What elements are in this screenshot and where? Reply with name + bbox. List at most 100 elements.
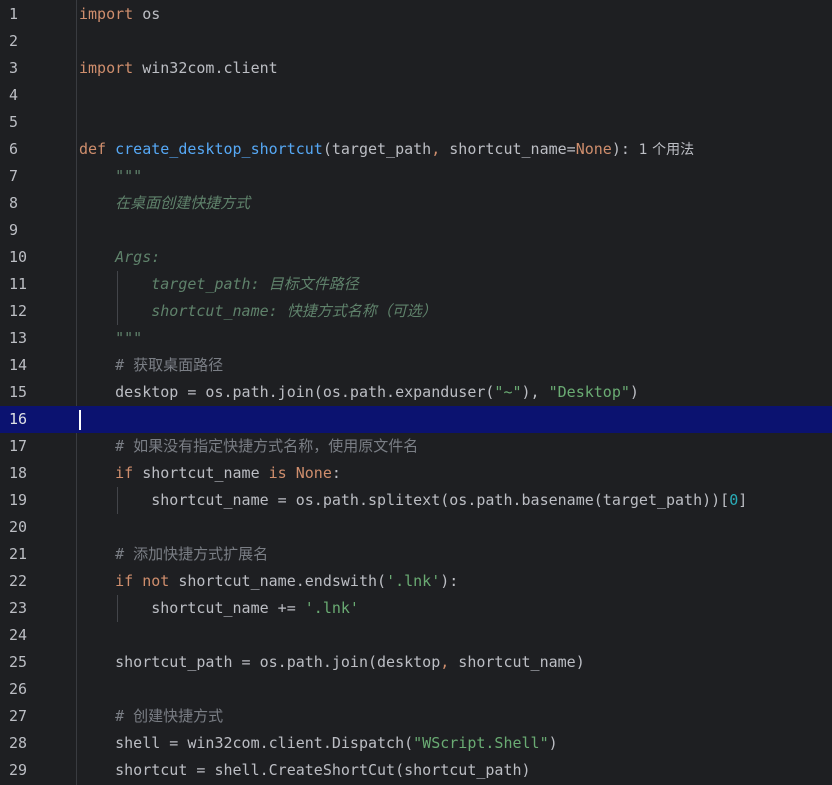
code-text[interactable]: Args: bbox=[79, 244, 160, 271]
code-text[interactable]: # 如果没有指定快捷方式名称，使用原文件名 bbox=[79, 433, 418, 460]
code-line[interactable]: 6 def create_desktop_shortcut(target_path… bbox=[0, 136, 832, 163]
code-text[interactable]: # 添加快捷方式扩展名 bbox=[79, 541, 268, 568]
line-number: 8 bbox=[9, 194, 19, 212]
code-token: shortcut_name) bbox=[449, 653, 585, 671]
code-text[interactable]: shortcut_name: 快捷方式名称（可选） bbox=[79, 298, 437, 325]
code-line[interactable]: 17 # 如果没有指定快捷方式名称，使用原文件名 bbox=[0, 433, 832, 460]
code-line[interactable]: 12 shortcut_name: 快捷方式名称（可选） bbox=[0, 298, 832, 325]
line-number: 7 bbox=[9, 167, 19, 185]
code-line[interactable]: 2 bbox=[0, 28, 832, 55]
code-line[interactable]: 29 shortcut = shell.CreateShortCut(short… bbox=[0, 757, 832, 784]
code-token: import bbox=[79, 59, 134, 77]
code-token: os bbox=[133, 5, 161, 23]
code-line[interactable]: 13 """ bbox=[0, 325, 832, 352]
line-number: 5 bbox=[9, 113, 19, 131]
code-text[interactable]: target_path: 目标文件路径 bbox=[79, 271, 358, 298]
code-text[interactable]: # 创建快捷方式 bbox=[79, 703, 223, 730]
code-token: ): bbox=[440, 572, 459, 590]
code-token: ) bbox=[629, 383, 639, 401]
code-text[interactable]: def create_desktop_shortcut(target_path,… bbox=[79, 136, 694, 164]
code-token: '.lnk' bbox=[304, 599, 359, 617]
code-line[interactable]: 28 shell = win32com.client.Dispatch("WSc… bbox=[0, 730, 832, 757]
code-line[interactable]: 11 target_path: 目标文件路径 bbox=[0, 271, 832, 298]
code-line[interactable]: 16 bbox=[0, 406, 832, 433]
usage-hint[interactable]: 1 个用法 bbox=[630, 142, 694, 158]
code-text[interactable]: import win32com.client bbox=[79, 55, 278, 82]
code-token: ), bbox=[521, 383, 549, 401]
code-token: desktop = os.path.join(os.path.expanduse… bbox=[79, 383, 495, 401]
code-token: shell = win32com.client.Dispatch( bbox=[79, 734, 414, 752]
code-line[interactable]: 5 bbox=[0, 109, 832, 136]
code-token: ] bbox=[738, 491, 748, 509]
line-number: 27 bbox=[9, 707, 28, 725]
code-line[interactable]: 14 # 获取桌面路径 bbox=[0, 352, 832, 379]
code-line[interactable]: 21 # 添加快捷方式扩展名 bbox=[0, 541, 832, 568]
code-token: ) bbox=[548, 734, 558, 752]
indent-guide bbox=[117, 271, 119, 298]
code-editor[interactable]: 1 import os 2 3 import win32com.client 4 5 6 def… bbox=[0, 0, 832, 785]
code-line[interactable]: 22 if not shortcut_name.endswith('.lnk')… bbox=[0, 568, 832, 595]
code-token: "~" bbox=[494, 383, 522, 401]
code-line[interactable]: 26 bbox=[0, 676, 832, 703]
code-line[interactable]: 9 bbox=[0, 217, 832, 244]
line-number: 6 bbox=[9, 140, 19, 158]
code-token: """ bbox=[115, 329, 143, 347]
code-line[interactable]: 3 import win32com.client bbox=[0, 55, 832, 82]
code-text[interactable]: shortcut_path = os.path.join(desktop, sh… bbox=[79, 649, 585, 676]
code-text[interactable]: # 获取桌面路径 bbox=[79, 352, 223, 379]
code-line[interactable]: 27 # 创建快捷方式 bbox=[0, 703, 832, 730]
code-line[interactable]: 25 shortcut_path = os.path.join(desktop,… bbox=[0, 649, 832, 676]
code-line[interactable]: 24 bbox=[0, 622, 832, 649]
code-text[interactable]: shortcut_name = os.path.splitext(os.path… bbox=[79, 487, 747, 514]
code-line[interactable]: 20 bbox=[0, 514, 832, 541]
code-token: # 创建快捷方式 bbox=[115, 707, 224, 725]
code-text[interactable]: desktop = os.path.join(os.path.expanduse… bbox=[79, 379, 639, 406]
code-text[interactable]: if not shortcut_name.endswith('.lnk'): bbox=[79, 568, 458, 595]
line-number: 10 bbox=[9, 248, 28, 266]
code-line[interactable]: 1 import os bbox=[0, 1, 832, 28]
line-number: 16 bbox=[9, 410, 28, 428]
code-token: win32com.client bbox=[133, 59, 278, 77]
line-number: 28 bbox=[9, 734, 28, 752]
code-line[interactable]: 19 shortcut_name = os.path.splitext(os.p… bbox=[0, 487, 832, 514]
code-text[interactable]: shell = win32com.client.Dispatch("WScrip… bbox=[79, 730, 558, 757]
text-caret bbox=[79, 410, 81, 430]
code-line[interactable]: 18 if shortcut_name is None: bbox=[0, 460, 832, 487]
code-token: """ bbox=[115, 167, 143, 185]
code-line[interactable]: 7 """ bbox=[0, 163, 832, 190]
indent-guide bbox=[117, 487, 119, 514]
code-token: if bbox=[115, 464, 134, 482]
code-text[interactable]: shortcut = shell.CreateShortCut(shortcut… bbox=[79, 757, 531, 784]
code-token: None bbox=[575, 140, 612, 158]
code-line[interactable]: 10 Args: bbox=[0, 244, 832, 271]
code-line[interactable]: 4 bbox=[0, 82, 832, 109]
code-token: shortcut_name bbox=[133, 464, 269, 482]
code-text[interactable]: """ bbox=[79, 325, 142, 352]
code-line[interactable]: 23 shortcut_name += '.lnk' bbox=[0, 595, 832, 622]
line-number: 25 bbox=[9, 653, 28, 671]
code-text[interactable]: 在桌面创建快捷方式 bbox=[79, 190, 250, 217]
code-token: # 如果没有指定快捷方式名称，使用原文件名 bbox=[115, 437, 419, 455]
code-text[interactable]: if shortcut_name is None: bbox=[79, 460, 341, 487]
code-token: , bbox=[440, 653, 450, 671]
line-number: 17 bbox=[9, 437, 28, 455]
code-token: shortcut = shell.CreateShortCut(shortcut… bbox=[79, 761, 531, 779]
line-number: 3 bbox=[9, 59, 19, 77]
line-number: 11 bbox=[9, 275, 28, 293]
code-token: shortcut_name: 快捷方式名称（可选） bbox=[151, 302, 437, 320]
code-token: import bbox=[79, 5, 134, 23]
code-text[interactable]: shortcut_name += '.lnk' bbox=[79, 595, 359, 622]
code-token: (target_path bbox=[322, 140, 432, 158]
line-number: 15 bbox=[9, 383, 28, 401]
code-token: 0 bbox=[729, 491, 739, 509]
code-line[interactable]: 8 在桌面创建快捷方式 bbox=[0, 190, 832, 217]
code-text[interactable]: """ bbox=[79, 163, 142, 190]
code-text[interactable]: import os bbox=[79, 1, 160, 28]
code-line[interactable]: 15 desktop = os.path.join(os.path.expand… bbox=[0, 379, 832, 406]
